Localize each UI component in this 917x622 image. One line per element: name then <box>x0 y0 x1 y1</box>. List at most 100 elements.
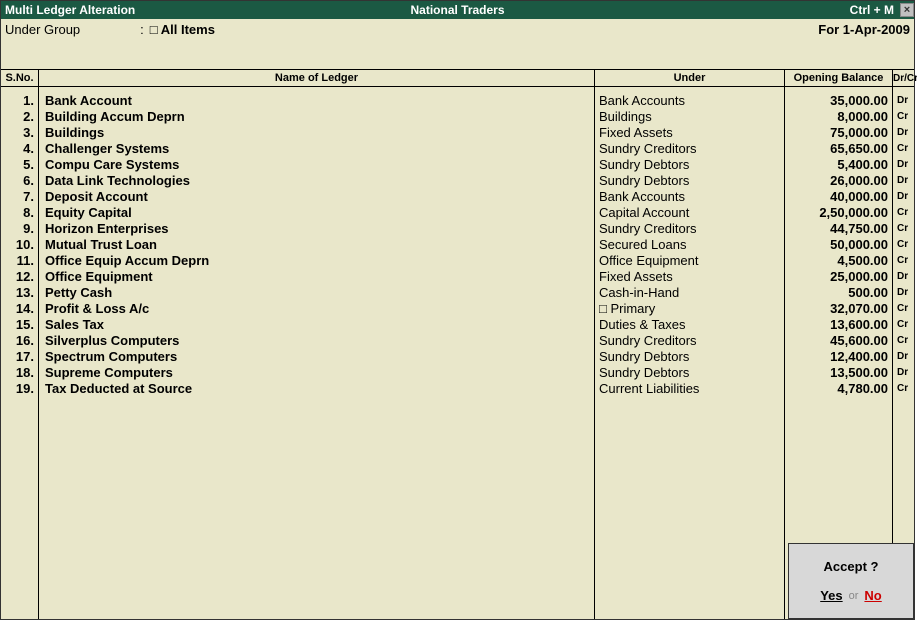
ledger-name[interactable]: Office Equip Accum Deprn <box>39 253 594 269</box>
ledger-balance[interactable]: 45,600.00 <box>785 333 892 349</box>
ledger-balance[interactable]: 32,070.00 <box>785 301 892 317</box>
ledger-name[interactable]: Data Link Technologies <box>39 173 594 189</box>
col-header-name: Name of Ledger <box>39 70 595 86</box>
ledger-under[interactable]: Sundry Debtors <box>595 157 784 173</box>
ledger-under[interactable]: Sundry Creditors <box>595 221 784 237</box>
ledger-balance[interactable]: 40,000.00 <box>785 189 892 205</box>
ledger-name[interactable]: Spectrum Computers <box>39 349 594 365</box>
ledger-name[interactable]: Mutual Trust Loan <box>39 237 594 253</box>
ledger-under[interactable]: Sundry Debtors <box>595 365 784 381</box>
ledger-drcr[interactable]: Cr <box>893 109 914 125</box>
sub-header: Under Group : All Items For 1-Apr-2009 <box>1 19 914 41</box>
yes-button[interactable]: Yes <box>820 588 842 603</box>
ledger-balance[interactable]: 25,000.00 <box>785 269 892 285</box>
ledger-balance[interactable]: 26,000.00 <box>785 173 892 189</box>
ledger-balance[interactable]: 65,650.00 <box>785 141 892 157</box>
header-spacer <box>1 41 914 69</box>
ledger-name[interactable]: Bank Account <box>39 93 594 109</box>
ledger-drcr[interactable]: Dr <box>893 125 914 141</box>
ledger-drcr[interactable]: Dr <box>893 365 914 381</box>
ledger-balance[interactable]: 75,000.00 <box>785 125 892 141</box>
ledger-under[interactable]: Bank Accounts <box>595 93 784 109</box>
ledger-name[interactable]: Challenger Systems <box>39 141 594 157</box>
ledger-under[interactable]: Fixed Assets <box>595 269 784 285</box>
grid-body: 1.2.3.4.5.6.7.8.9.10.11.12.13.14.15.16.1… <box>1 87 914 619</box>
ledger-name[interactable]: Sales Tax <box>39 317 594 333</box>
ledger-name[interactable]: Compu Care Systems <box>39 157 594 173</box>
ledger-drcr[interactable]: Cr <box>893 253 914 269</box>
ledger-under[interactable]: Sundry Creditors <box>595 141 784 157</box>
ledger-under[interactable]: Duties & Taxes <box>595 317 784 333</box>
ledger-sno: 6. <box>1 173 38 189</box>
ledger-name[interactable]: Deposit Account <box>39 189 594 205</box>
ledger-name[interactable]: Supreme Computers <box>39 365 594 381</box>
ledger-under[interactable]: Capital Account <box>595 205 784 221</box>
ledger-sno: 8. <box>1 205 38 221</box>
ledger-sno: 16. <box>1 333 38 349</box>
ledger-sno: 2. <box>1 109 38 125</box>
ledger-balance[interactable]: 13,500.00 <box>785 365 892 381</box>
ledger-under[interactable]: Current Liabilities <box>595 381 784 397</box>
ledger-sno: 12. <box>1 269 38 285</box>
ledger-under[interactable]: Bank Accounts <box>595 189 784 205</box>
ledger-balance[interactable]: 50,000.00 <box>785 237 892 253</box>
ledger-under[interactable]: Primary <box>595 301 784 317</box>
ledger-under[interactable]: Fixed Assets <box>595 125 784 141</box>
ledger-balance[interactable]: 35,000.00 <box>785 93 892 109</box>
ledger-drcr[interactable]: Cr <box>893 205 914 221</box>
date-label: For 1-Apr-2009 <box>818 22 910 37</box>
ledger-under[interactable]: Sundry Debtors <box>595 173 784 189</box>
ledger-balance[interactable]: 12,400.00 <box>785 349 892 365</box>
ledger-balance[interactable]: 44,750.00 <box>785 221 892 237</box>
ledger-drcr[interactable]: Cr <box>893 141 914 157</box>
ledger-drcr[interactable]: Dr <box>893 285 914 301</box>
ledger-name[interactable]: Buildings <box>39 125 594 141</box>
ledger-balance[interactable]: 2,50,000.00 <box>785 205 892 221</box>
ledger-balance[interactable]: 13,600.00 <box>785 317 892 333</box>
ledger-drcr[interactable]: Dr <box>893 157 914 173</box>
ledger-balance[interactable]: 8,000.00 <box>785 109 892 125</box>
ledger-drcr[interactable]: Cr <box>893 381 914 397</box>
col-balance: 35,000.008,000.0075,000.0065,650.005,400… <box>785 87 893 619</box>
ledger-sno: 15. <box>1 317 38 333</box>
col-name: Bank AccountBuilding Accum DeprnBuilding… <box>39 87 595 619</box>
ledger-drcr[interactable]: Cr <box>893 237 914 253</box>
under-group-label: Under Group <box>5 22 80 37</box>
ledger-name[interactable]: Tax Deducted at Source <box>39 381 594 397</box>
ledger-name[interactable]: Petty Cash <box>39 285 594 301</box>
ledger-drcr[interactable]: Cr <box>893 221 914 237</box>
title-left: Multi Ledger Alteration <box>1 3 135 17</box>
ledger-name[interactable]: Equity Capital <box>39 205 594 221</box>
ledger-sno: 3. <box>1 125 38 141</box>
ledger-name[interactable]: Profit & Loss A/c <box>39 301 594 317</box>
ledger-balance[interactable]: 4,500.00 <box>785 253 892 269</box>
ledger-balance[interactable]: 4,780.00 <box>785 381 892 397</box>
ledger-name[interactable]: Building Accum Deprn <box>39 109 594 125</box>
ledger-under[interactable]: Sundry Debtors <box>595 349 784 365</box>
ledger-drcr[interactable]: Cr <box>893 333 914 349</box>
ledger-name[interactable]: Silverplus Computers <box>39 333 594 349</box>
ledger-under[interactable]: Sundry Creditors <box>595 333 784 349</box>
ledger-balance[interactable]: 500.00 <box>785 285 892 301</box>
ledger-drcr[interactable]: Dr <box>893 93 914 109</box>
ledger-sno: 18. <box>1 365 38 381</box>
no-button[interactable]: No <box>864 588 881 603</box>
under-group-value[interactable]: All Items <box>150 22 215 37</box>
ledger-drcr[interactable]: Dr <box>893 173 914 189</box>
accept-dialog: Accept ? Yes or No <box>788 543 914 619</box>
ledger-under[interactable]: Buildings <box>595 109 784 125</box>
ledger-name[interactable]: Office Equipment <box>39 269 594 285</box>
title-bar: Multi Ledger Alteration National Traders… <box>1 1 914 19</box>
app-window: Multi Ledger Alteration National Traders… <box>0 0 915 620</box>
ledger-under[interactable]: Cash-in-Hand <box>595 285 784 301</box>
ledger-drcr[interactable]: Cr <box>893 301 914 317</box>
ledger-balance[interactable]: 5,400.00 <box>785 157 892 173</box>
ledger-drcr[interactable]: Dr <box>893 189 914 205</box>
close-icon[interactable]: × <box>900 3 914 17</box>
ledger-under[interactable]: Secured Loans <box>595 237 784 253</box>
ledger-name[interactable]: Horizon Enterprises <box>39 221 594 237</box>
ledger-drcr[interactable]: Dr <box>893 269 914 285</box>
ledger-drcr[interactable]: Cr <box>893 317 914 333</box>
ledger-under[interactable]: Office Equipment <box>595 253 784 269</box>
ledger-drcr[interactable]: Dr <box>893 349 914 365</box>
